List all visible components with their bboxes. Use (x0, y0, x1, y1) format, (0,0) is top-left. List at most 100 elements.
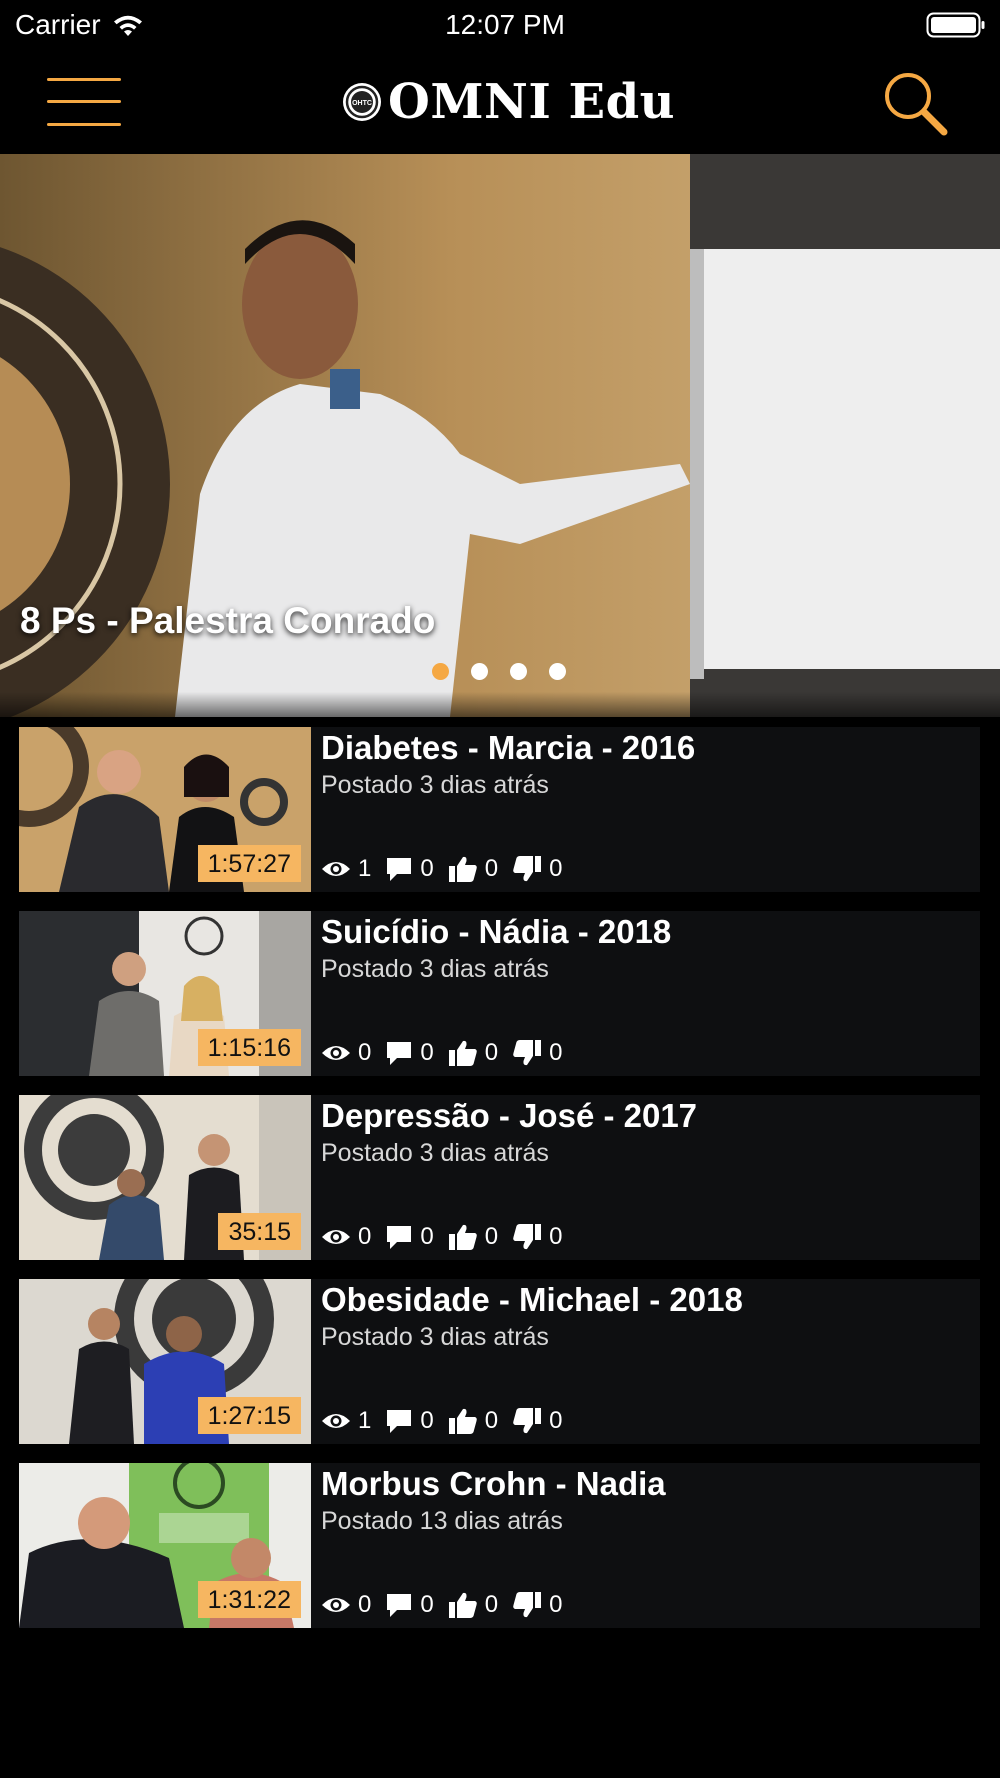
comments-count: 0 (420, 1407, 434, 1434)
video-posted-date: Postado 3 dias atrás (321, 1323, 549, 1351)
ohtc-logo-icon: OHTC (343, 83, 381, 121)
video-item[interactable]: 1:31:22 Morbus Crohn - Nadia Postado 13 … (19, 1463, 980, 1628)
views-count: 1 (358, 855, 372, 882)
comments-count: 0 (420, 855, 434, 882)
views-stat: 1 (321, 1407, 371, 1435)
video-stats: 1 0 0 0 (321, 1407, 576, 1435)
thumbs-up-icon[interactable] (448, 1591, 478, 1619)
views-stat: 0 (321, 1591, 371, 1619)
battery-icon (926, 12, 985, 38)
eye-icon (322, 1230, 350, 1244)
video-thumbnail: 1:27:15 (19, 1279, 311, 1444)
eye-icon (322, 1046, 350, 1060)
video-posted-date: Postado 3 dias atrás (321, 955, 549, 983)
thumbs-down-icon[interactable] (512, 1407, 542, 1435)
dislikes-count: 0 (549, 855, 563, 882)
comments-count: 0 (420, 1591, 434, 1618)
eye-icon (322, 1414, 350, 1428)
comments-stat: 0 (385, 855, 434, 883)
featured-carousel[interactable]: 8 Ps - Palestra Conrado (0, 154, 1000, 717)
logo-text: OHTC (352, 100, 372, 107)
comments-stat: 0 (385, 1591, 434, 1619)
likes-stat: 0 (448, 1591, 498, 1619)
featured-title: 8 Ps - Palestra Conrado (20, 600, 436, 641)
thumbs-down-icon[interactable] (512, 1039, 542, 1067)
dislikes-stat: 0 (512, 1407, 562, 1435)
thumbs-up-icon[interactable] (448, 1407, 478, 1435)
views-stat: 0 (321, 1039, 371, 1067)
eye-icon (322, 862, 350, 876)
comment-icon (387, 1042, 412, 1065)
eye-icon (322, 1598, 350, 1612)
video-title: Suicídio - Nádia - 2018 (321, 913, 672, 950)
brand-title: OMNI Edu (388, 74, 676, 130)
dislikes-count: 0 (549, 1039, 563, 1066)
carousel-dot-1[interactable] (432, 663, 449, 680)
comments-count: 0 (420, 1039, 434, 1066)
likes-count: 0 (484, 1591, 499, 1618)
video-duration: 1:27:15 (197, 1397, 301, 1434)
video-title: Obesidade - Michael - 2018 (321, 1281, 743, 1318)
video-item[interactable]: 1:27:15 Obesidade - Michael - 2018 Posta… (19, 1279, 980, 1444)
video-duration: 1:57:27 (197, 845, 301, 882)
views-stat: 0 (321, 1223, 371, 1251)
video-posted-date: Postado 3 dias atrás (321, 771, 549, 799)
dislikes-stat: 0 (512, 855, 562, 883)
likes-stat: 0 (448, 1039, 498, 1067)
carousel-dot-3[interactable] (510, 663, 527, 680)
search-icon[interactable] (880, 68, 950, 138)
video-item[interactable]: 1:57:27 Diabetes - Marcia - 2016 Postado… (19, 727, 980, 892)
video-posted-date: Postado 3 dias atrás (321, 1139, 549, 1167)
comments-stat: 0 (385, 1223, 434, 1251)
video-stats: 0 0 0 0 (321, 1223, 576, 1251)
likes-stat: 0 (448, 855, 498, 883)
likes-count: 0 (484, 1407, 499, 1434)
thumbs-down-icon[interactable] (512, 1591, 542, 1619)
views-count: 0 (358, 1591, 372, 1618)
video-stats: 1 0 0 0 (321, 855, 576, 883)
brand: OHTC OMNI Edu (342, 74, 675, 130)
views-stat: 1 (321, 855, 371, 883)
likes-stat: 0 (448, 1223, 498, 1251)
video-duration: 35:15 (218, 1213, 301, 1250)
carousel-pagination (432, 663, 566, 680)
video-posted-date: Postado 13 dias atrás (321, 1507, 563, 1535)
video-title: Morbus Crohn - Nadia (321, 1465, 666, 1502)
thumbs-up-icon[interactable] (448, 1223, 478, 1251)
dislikes-count: 0 (549, 1407, 563, 1434)
dislikes-count: 0 (549, 1591, 563, 1618)
likes-stat: 0 (448, 1407, 498, 1435)
video-title: Diabetes - Marcia - 2016 (321, 729, 696, 766)
clock: 12:07 PM (445, 9, 565, 40)
video-item[interactable]: 35:15 Depressão - José - 2017 Postado 3 … (19, 1095, 980, 1260)
thumbs-up-icon[interactable] (448, 855, 478, 883)
comments-count: 0 (420, 1223, 434, 1250)
video-item[interactable]: 1:15:16 Suicídio - Nádia - 2018 Postado … (19, 911, 980, 1076)
video-thumbnail: 1:15:16 (19, 911, 311, 1076)
thumbs-down-icon[interactable] (512, 1223, 542, 1251)
video-duration: 1:31:22 (197, 1581, 301, 1618)
video-duration: 1:15:16 (197, 1029, 301, 1066)
video-stats: 0 0 0 0 (321, 1591, 576, 1619)
thumbs-down-icon[interactable] (512, 855, 542, 883)
dislikes-count: 0 (549, 1223, 563, 1250)
likes-count: 0 (484, 1039, 499, 1066)
carousel-dot-2[interactable] (471, 663, 488, 680)
comments-stat: 0 (385, 1407, 434, 1435)
hamburger-menu-icon[interactable] (47, 78, 121, 126)
status-bar: Carrier 12:07 PM (0, 0, 1000, 52)
likes-count: 0 (484, 855, 499, 882)
video-stats: 0 0 0 0 (321, 1039, 576, 1067)
views-count: 1 (358, 1407, 372, 1434)
views-count: 0 (358, 1039, 372, 1066)
comment-icon (387, 1594, 412, 1617)
dislikes-stat: 0 (512, 1223, 562, 1251)
dislikes-stat: 0 (512, 1591, 562, 1619)
likes-count: 0 (484, 1223, 499, 1250)
comment-icon (387, 1226, 412, 1249)
app-header: OHTC OMNI Edu (0, 52, 1000, 154)
comment-icon (387, 858, 412, 881)
video-thumbnail: 1:31:22 (19, 1463, 311, 1628)
thumbs-up-icon[interactable] (448, 1039, 478, 1067)
carousel-dot-4[interactable] (549, 663, 566, 680)
